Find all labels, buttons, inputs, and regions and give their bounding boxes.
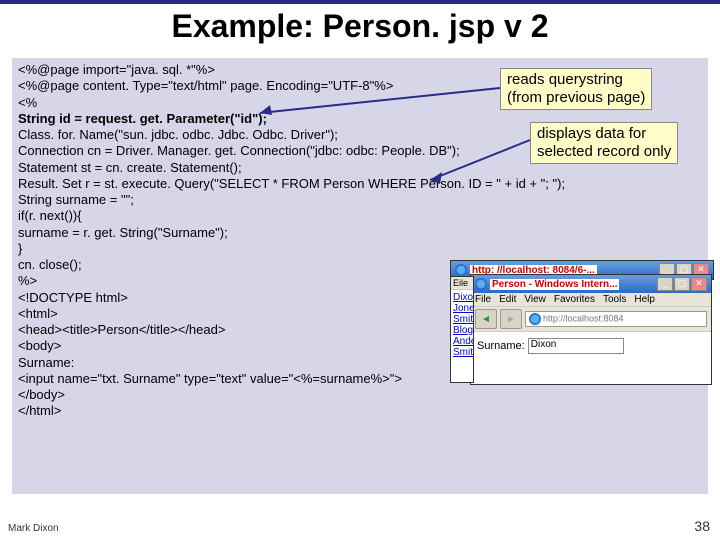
page-title: Example: Person. jsp v 2 bbox=[171, 8, 548, 44]
toolbar: ◄ ► http://localhost:8084 bbox=[471, 307, 711, 332]
browser-window-2: Person - Windows Intern... _ ▢ ✕ File Ed… bbox=[470, 274, 712, 385]
code-line: if(r. next()){ bbox=[18, 208, 702, 224]
forward-button[interactable]: ► bbox=[500, 309, 522, 329]
footer-author: Mark Dixon bbox=[8, 523, 59, 534]
titlebar: Person - Windows Intern... _ ▢ ✕ bbox=[471, 275, 711, 293]
list-item[interactable]: Dixon bbox=[453, 292, 471, 303]
menu-help[interactable]: Help bbox=[634, 294, 655, 305]
close-button[interactable]: ✕ bbox=[691, 277, 707, 291]
browser-window-1-body: Eile Dixon Jones Smith Bloggs Anderso Sm… bbox=[450, 276, 474, 383]
menu-view[interactable]: View bbox=[524, 294, 546, 305]
page-content: Surname: Dixon bbox=[471, 332, 711, 384]
code-line: Result. Set r = st. execute. Query("SELE… bbox=[18, 176, 702, 192]
menubar: File Edit View Favorites Tools Help bbox=[471, 293, 711, 307]
menu-edit[interactable]: Edit bbox=[499, 294, 516, 305]
minimize-button[interactable]: _ bbox=[657, 277, 673, 291]
address-bar[interactable]: http://localhost:8084 bbox=[525, 311, 707, 327]
code-line: String surname = ""; bbox=[18, 192, 702, 208]
list-item[interactable]: Jones bbox=[453, 303, 471, 314]
list-item[interactable]: Anderso bbox=[453, 336, 471, 347]
menu-tools[interactable]: Tools bbox=[603, 294, 626, 305]
code-line: } bbox=[18, 241, 702, 257]
footer-page: 38 bbox=[694, 518, 710, 534]
code-line: surname = r. get. String("Surname"); bbox=[18, 225, 702, 241]
ie-icon bbox=[475, 278, 487, 290]
ie-icon bbox=[455, 264, 467, 276]
surname-input[interactable]: Dixon bbox=[528, 338, 624, 354]
code-line: </body> bbox=[18, 387, 702, 403]
back-button[interactable]: ◄ bbox=[475, 309, 497, 329]
window-title: Person - Windows Intern... bbox=[490, 279, 619, 290]
annotation-displays: displays data forselected record only bbox=[530, 122, 678, 164]
maximize-button[interactable]: ▢ bbox=[674, 277, 690, 291]
list-area: Dixon Jones Smith Bloggs Anderso Smith bbox=[451, 290, 473, 382]
list-item[interactable]: Smith bbox=[453, 314, 471, 325]
annotation-querystring: reads querystring(from previous page) bbox=[500, 68, 652, 110]
menu-favorites[interactable]: Favorites bbox=[554, 294, 595, 305]
menu-file[interactable]: File bbox=[475, 294, 491, 305]
code-line: </html> bbox=[18, 403, 702, 419]
list-item[interactable]: Bloggs bbox=[453, 325, 471, 336]
surname-label: Surname: bbox=[477, 340, 525, 352]
menu-file[interactable]: Eile bbox=[453, 278, 468, 288]
list-item[interactable]: Smith bbox=[453, 347, 471, 358]
menubar: Eile bbox=[451, 277, 473, 290]
